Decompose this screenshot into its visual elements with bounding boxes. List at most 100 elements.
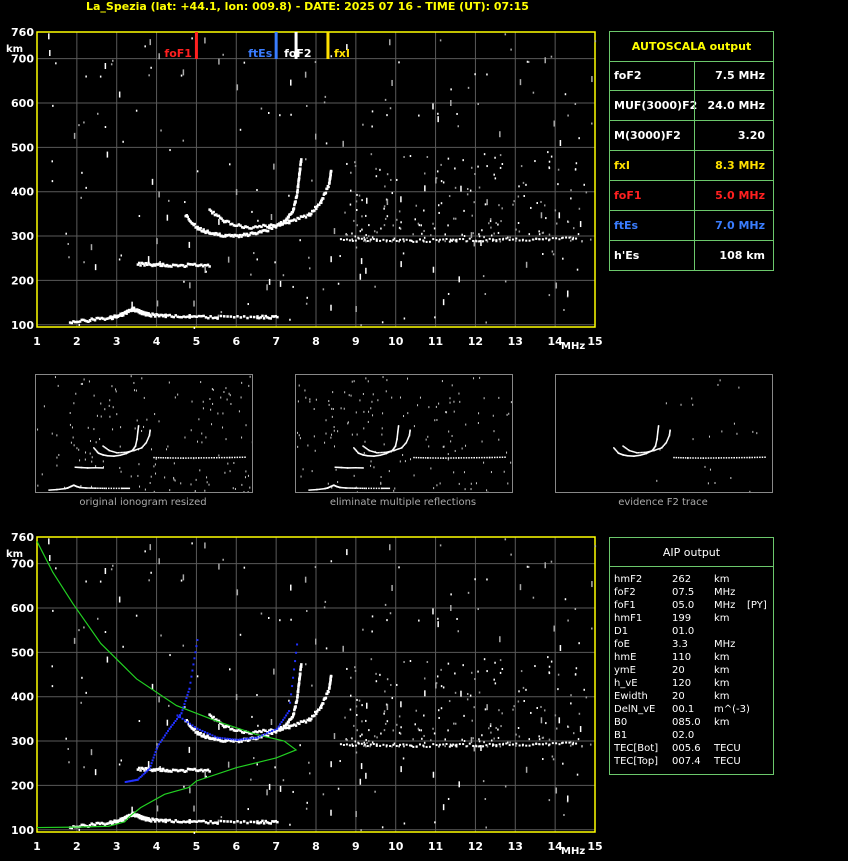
trace-f1-trace — [184, 158, 303, 239]
autoscala-value: 108 km — [719, 249, 765, 262]
y-tick-label: 100 — [11, 824, 34, 837]
x-tick-label: 5 — [193, 335, 201, 348]
x-tick-label: 1 — [33, 335, 41, 348]
x-tick-label: 1 — [33, 840, 41, 853]
aip-unit: km — [714, 652, 730, 663]
aip-name: hmF1 — [614, 613, 643, 624]
aip-title: AIP output — [609, 537, 774, 567]
x-tick-label: 5 — [193, 840, 201, 853]
autoscala-label: ftEs — [614, 219, 639, 232]
y-tick-label: 200 — [11, 779, 34, 792]
marker-ftes — [274, 32, 278, 59]
x-tick-label: 13 — [508, 840, 523, 853]
y-tick-label: 400 — [11, 691, 34, 704]
x-tick-label: 10 — [388, 840, 404, 853]
aip-unit: km — [714, 678, 730, 689]
marker-label-fof1: foF1 — [164, 47, 192, 60]
aip-name: hmF2 — [614, 574, 643, 585]
x-tick-label: 12 — [468, 335, 483, 348]
aip-value: 005.6 — [672, 743, 701, 754]
x-tick-label: 6 — [232, 335, 240, 348]
y-tick-label: 600 — [11, 602, 34, 615]
thumb-f2 — [555, 374, 773, 493]
x-tick-label: 4 — [153, 840, 161, 853]
trace-e-es-trace — [68, 306, 279, 325]
thumb-caption-f2: evidence F2 trace — [618, 497, 708, 508]
x-tick-label: 2 — [73, 840, 81, 853]
y-tick-label: 600 — [11, 97, 34, 110]
aip-name: B1 — [614, 730, 628, 741]
marker-label-ftes: ftEs — [248, 47, 273, 60]
axes-top: 1 2 3 4 5 6 7 8 9 10 11 12 13 14 15MHz1002003004005006… — [6, 26, 603, 352]
aip-value: 00.1 — [672, 704, 695, 715]
aip-value: 07.5 — [672, 587, 695, 598]
x-tick-label: 15 — [587, 840, 602, 853]
aip-name: foF2 — [614, 587, 636, 598]
x-tick-label: 11 — [428, 840, 443, 853]
aip-unit: TECU — [714, 743, 741, 754]
thumb-multiple — [295, 374, 513, 493]
aip-value: 20 — [672, 665, 685, 676]
aip-value: 20 — [672, 691, 685, 702]
trace-f2-x-trace — [208, 169, 333, 230]
aip-value: 05.0 — [672, 600, 695, 611]
aip-aip-virtual — [124, 639, 199, 783]
y-axis-label: km — [6, 549, 23, 560]
aip-value: 262 — [672, 574, 692, 585]
aip-unit: MHz — [714, 587, 736, 598]
aip-name: foF1 — [614, 600, 636, 611]
autoscala-value: 3.20 — [737, 129, 765, 142]
thumb-caption-original: original ionogram resized — [79, 497, 207, 508]
x-tick-label: 9 — [352, 840, 360, 853]
thumb-caption-multiple: eliminate multiple reflections — [329, 497, 477, 508]
aip-value: 085.0 — [672, 717, 701, 728]
aip-value: 3.3 — [672, 639, 688, 650]
trace-f-multiple — [339, 741, 578, 748]
x-tick-label: 7 — [272, 840, 280, 853]
x-tick-label: 3 — [113, 335, 121, 348]
autoscala-row-fof2: foF2 7.5 MHz — [609, 61, 774, 91]
aip-name: ymE — [614, 665, 636, 676]
x-tick-label: 2 — [73, 335, 81, 348]
aip-unit: TECU — [714, 756, 741, 767]
autoscala-label: MUF(3000)F2 — [614, 99, 698, 112]
aip-note: [PY] — [747, 600, 767, 611]
x-tick-label: 9 — [352, 335, 360, 348]
aip-value: 007.4 — [672, 756, 701, 767]
autoscala-value: 24.0 MHz — [707, 99, 765, 112]
aip-table: hmF2 262 km foF2 07.5 MHz foF1 05.0 MHz [PY] hmF1 1… — [609, 566, 774, 775]
x-tick-label: 7 — [272, 335, 280, 348]
aip-value: 199 — [672, 613, 692, 624]
autoscala-row-muf-3000-f2: MUF(3000)F2 24.0 MHz — [609, 91, 774, 121]
marker-fxi — [326, 32, 330, 59]
autoscala-label: foF2 — [614, 69, 642, 82]
x-tick-label: 8 — [312, 335, 320, 348]
noise-dots — [48, 538, 597, 834]
autoscala-value: 5.0 MHz — [715, 189, 765, 202]
x-tick-label: 6 — [232, 840, 240, 853]
x-tick-label: 4 — [153, 335, 161, 348]
autoscala-title: AUTOSCALA output — [609, 31, 774, 62]
autoscala-row-fof1: foF1 5.0 MHz — [609, 181, 774, 211]
aip-name: Ewidth — [614, 691, 648, 702]
y-tick-label: 500 — [11, 141, 34, 154]
aip-unit: MHz — [714, 639, 736, 650]
autoscala-label: M(3000)F2 — [614, 129, 681, 142]
y-tick-label: 760 — [11, 531, 34, 544]
aip-unit: km — [714, 691, 730, 702]
y-tick-label: 760 — [11, 26, 34, 39]
x-tick-label: 8 — [312, 840, 320, 853]
y-tick-label: 500 — [11, 646, 34, 659]
autoscala-label: h'Es — [614, 249, 640, 262]
x-axis-label: MHz — [561, 846, 585, 857]
autoscala-row-m-3000-f2: M(3000)F2 3.20 — [609, 121, 774, 151]
autoscala-value: 7.5 MHz — [715, 69, 765, 82]
y-axis-label: km — [6, 44, 23, 55]
thumb-original — [35, 374, 253, 493]
autoscala-value: 7.0 MHz — [715, 219, 765, 232]
trace-f-multiple — [339, 236, 578, 243]
profile-line — [36, 541, 298, 829]
autoscala-value: 8.3 MHz — [715, 159, 765, 172]
y-tick-label: 200 — [11, 274, 34, 287]
y-tick-label: 300 — [11, 735, 34, 748]
